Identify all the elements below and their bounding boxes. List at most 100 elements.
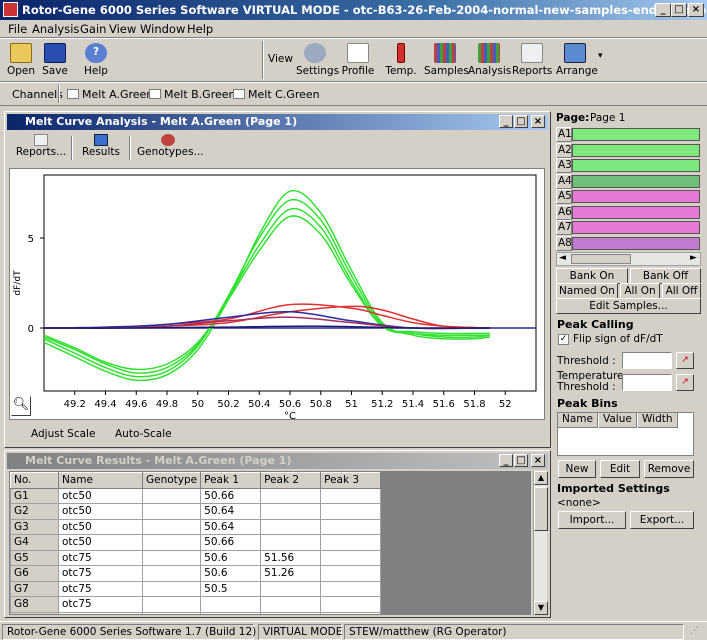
arrange-button[interactable]: Arrange bbox=[556, 41, 598, 81]
analysis-button[interactable]: Analysis bbox=[468, 41, 511, 81]
adjust-scale-button[interactable]: Adjust Scale bbox=[31, 428, 95, 440]
results-maximize-button[interactable]: □ bbox=[514, 454, 528, 467]
table-cell[interactable]: G4 bbox=[10, 534, 59, 551]
flip-sign-checkbox[interactable]: ✓ bbox=[558, 334, 569, 345]
well-label[interactable]: A2 bbox=[556, 142, 572, 158]
well-hscrollbar[interactable]: ◄ ► bbox=[556, 252, 701, 266]
table-cell[interactable]: 50.64 bbox=[200, 518, 262, 535]
table-cell[interactable] bbox=[260, 596, 322, 613]
table-row[interactable]: G4 otc50 50.66 bbox=[10, 534, 382, 551]
menu-file[interactable]: File bbox=[8, 22, 27, 36]
bins-col-width[interactable]: Width bbox=[638, 413, 678, 428]
table-cell[interactable]: otc50 bbox=[58, 534, 143, 551]
well-label[interactable]: A7 bbox=[556, 220, 572, 235]
table-cell[interactable]: 51.24 bbox=[260, 611, 322, 614]
close-button[interactable]: × bbox=[688, 3, 704, 17]
table-cell[interactable]: otc50 bbox=[58, 518, 143, 535]
scroll-right-icon[interactable]: ► bbox=[690, 253, 697, 263]
table-row[interactable]: H1otc90 50.751.24 bbox=[10, 611, 382, 614]
scroll-thumb[interactable] bbox=[534, 487, 548, 531]
table-cell[interactable] bbox=[260, 534, 322, 551]
well-label[interactable]: A8 bbox=[556, 235, 572, 251]
table-cell[interactable]: G8 bbox=[10, 596, 59, 613]
table-cell[interactable] bbox=[320, 487, 382, 504]
menu-analysis[interactable]: Analysis bbox=[32, 22, 79, 36]
menu-help[interactable]: Help bbox=[187, 22, 213, 36]
genotypes-tool-button[interactable]: Genotypes... bbox=[137, 134, 204, 158]
settings-button[interactable]: Settings bbox=[296, 41, 339, 81]
table-row[interactable]: G3 otc50 50.64 bbox=[10, 518, 382, 535]
table-cell[interactable] bbox=[260, 518, 322, 535]
scroll-up-icon[interactable]: ▲ bbox=[534, 471, 548, 485]
melt-close-button[interactable]: × bbox=[531, 115, 545, 128]
table-cell[interactable]: H1 bbox=[10, 611, 59, 614]
threshold-input[interactable] bbox=[622, 352, 672, 369]
menu-view[interactable]: View bbox=[109, 22, 136, 36]
table-cell[interactable] bbox=[260, 487, 322, 504]
open-button[interactable]: Open bbox=[4, 41, 38, 81]
arrange-dropdown-icon[interactable]: ▾ bbox=[598, 51, 603, 61]
table-row[interactable]: G8 otc75 bbox=[10, 596, 382, 613]
edit-bin-button[interactable]: Edit bbox=[600, 460, 640, 478]
scroll-left-icon[interactable]: ◄ bbox=[559, 253, 566, 263]
table-cell[interactable] bbox=[141, 580, 202, 597]
table-cell[interactable]: 51.26 bbox=[260, 565, 322, 582]
all-on-button[interactable]: All On bbox=[620, 283, 660, 299]
table-cell[interactable] bbox=[141, 518, 202, 535]
table-cell[interactable] bbox=[320, 549, 382, 566]
table-cell[interactable]: G2 bbox=[10, 503, 59, 520]
remove-bin-button[interactable]: Remove bbox=[644, 460, 694, 478]
bins-col-value[interactable]: Value bbox=[599, 413, 637, 428]
well-color-bar[interactable] bbox=[572, 128, 700, 141]
bins-col-name[interactable]: Name bbox=[558, 413, 598, 428]
table-cell[interactable] bbox=[320, 534, 382, 551]
minimize-button[interactable]: _ bbox=[655, 3, 671, 17]
table-cell[interactable]: 50.7 bbox=[200, 611, 262, 614]
table-cell[interactable]: G7 bbox=[10, 580, 59, 597]
table-row[interactable]: G1 otc50 50.66 bbox=[10, 487, 382, 504]
table-cell[interactable] bbox=[141, 549, 202, 566]
table-cell[interactable] bbox=[320, 596, 382, 613]
table-cell[interactable]: 51.56 bbox=[260, 549, 322, 566]
menu-window[interactable]: Window bbox=[140, 22, 185, 36]
scroll-down-icon[interactable]: ▼ bbox=[534, 601, 548, 615]
col-peak1[interactable]: Peak 1 bbox=[200, 472, 262, 489]
well-color-bar[interactable] bbox=[572, 236, 700, 250]
table-row[interactable]: G7 otc75 50.5 bbox=[10, 580, 382, 597]
tab-melt-c-green[interactable]: Melt C.Green bbox=[230, 86, 323, 104]
col-peak3[interactable]: Peak 3 bbox=[320, 472, 382, 489]
threshold-pick-icon[interactable]: ↗ bbox=[676, 352, 694, 369]
table-cell[interactable] bbox=[320, 565, 382, 582]
table-cell[interactable] bbox=[141, 503, 202, 520]
results-close-button[interactable]: × bbox=[531, 454, 545, 467]
table-cell[interactable]: otc50 bbox=[58, 487, 143, 504]
profile-button[interactable]: Profile bbox=[340, 41, 376, 81]
results-tool-button[interactable]: Results bbox=[79, 134, 123, 158]
table-row[interactable]: G2 otc50 50.64 bbox=[10, 503, 382, 520]
table-cell[interactable]: 50.66 bbox=[200, 534, 262, 551]
table-cell[interactable]: 50.64 bbox=[200, 503, 262, 520]
table-cell[interactable]: 50.66 bbox=[200, 487, 262, 504]
temp-threshold-pick-icon[interactable]: ↗ bbox=[676, 374, 694, 391]
table-cell[interactable] bbox=[141, 596, 202, 613]
well-color-bar[interactable] bbox=[572, 174, 700, 188]
tab-melt-b-green[interactable]: Melt B.Green bbox=[146, 86, 238, 104]
col-name[interactable]: Name bbox=[58, 472, 143, 489]
table-cell[interactable] bbox=[260, 503, 322, 520]
all-off-button[interactable]: All Off bbox=[662, 283, 701, 299]
table-cell[interactable]: otc75 bbox=[58, 580, 143, 597]
well-label[interactable]: A1 bbox=[556, 127, 572, 142]
export-button[interactable]: Export... bbox=[630, 511, 694, 529]
auto-scale-button[interactable]: Auto-Scale bbox=[115, 428, 172, 440]
well-color-bar[interactable] bbox=[572, 190, 700, 203]
edit-samples-button[interactable]: Edit Samples... bbox=[556, 298, 701, 314]
table-cell[interactable] bbox=[260, 580, 322, 597]
save-button[interactable]: Save bbox=[40, 41, 70, 81]
zoom-tool-icon[interactable]: 🔍︎ bbox=[11, 396, 31, 416]
table-cell[interactable]: 50.6 bbox=[200, 565, 262, 582]
results-scrollbar[interactable]: ▲ ▼ bbox=[533, 471, 548, 615]
bank-off-button[interactable]: Bank Off bbox=[630, 268, 701, 284]
resize-grip-icon[interactable]: ⋰ bbox=[690, 626, 704, 640]
table-cell[interactable] bbox=[320, 518, 382, 535]
reports-button[interactable]: Reports bbox=[512, 41, 552, 81]
